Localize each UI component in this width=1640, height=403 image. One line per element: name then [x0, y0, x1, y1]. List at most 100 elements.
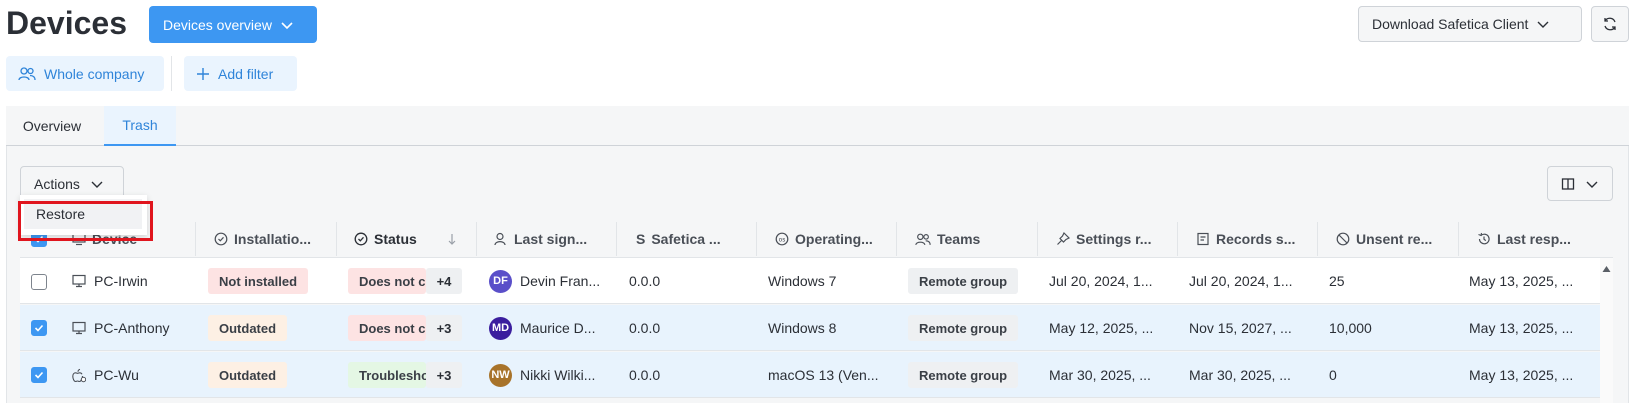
column-header-status[interactable]: Status — [354, 220, 472, 258]
scope-filter-chip[interactable]: Whole company — [6, 56, 164, 91]
column-header-label: Teams — [937, 231, 981, 247]
column-divider[interactable] — [336, 222, 337, 256]
device-cell[interactable]: PC-Wu — [72, 352, 192, 398]
column-header-last-response[interactable]: Last resp... — [1477, 220, 1597, 258]
refresh-button[interactable] — [1591, 6, 1629, 42]
row-checkbox[interactable] — [31, 274, 47, 290]
os-cell: Windows 8 — [768, 320, 837, 336]
device-cell[interactable]: PC-Irwin — [72, 258, 192, 304]
column-divider[interactable] — [1177, 222, 1178, 256]
last-signed-cell: DF Devin Fran... — [489, 258, 609, 304]
column-settings-button[interactable] — [1547, 166, 1613, 201]
column-header-safetica-version[interactable]: S Safetica ... — [636, 220, 754, 258]
row-checkbox[interactable] — [31, 367, 47, 383]
device-name: PC-Anthony — [94, 320, 170, 336]
avatar: DF — [489, 269, 512, 293]
safetica-icon: S — [636, 231, 646, 247]
column-header-label: Status — [374, 231, 417, 247]
column-header-label: Operating... — [795, 231, 873, 247]
column-header-label: Last sign... — [514, 231, 588, 247]
column-divider[interactable] — [1037, 222, 1038, 256]
column-header-settings-received[interactable]: Settings r... — [1056, 220, 1176, 258]
avatar: NW — [489, 363, 512, 387]
avatar: MD — [489, 316, 512, 340]
status-more-badge[interactable]: +3 — [426, 315, 462, 341]
block-icon — [1336, 232, 1350, 246]
vertical-scrollbar[interactable] — [1600, 258, 1613, 403]
page-title: Devices — [6, 5, 127, 41]
column-divider[interactable] — [616, 222, 617, 256]
check-circle-icon — [354, 232, 368, 246]
windows-pc-icon — [72, 274, 86, 288]
tab-overview[interactable]: Overview — [6, 106, 98, 146]
unsent-records-cell: 0 — [1329, 367, 1337, 383]
scroll-up-arrow-icon[interactable] — [1602, 265, 1611, 273]
status-more-badge[interactable]: +3 — [426, 362, 462, 388]
add-filter-button[interactable]: Add filter — [184, 56, 297, 91]
status-more-badge[interactable]: +4 — [426, 268, 462, 294]
column-divider[interactable] — [1317, 222, 1318, 256]
view-selector-label: Devices overview — [163, 16, 272, 33]
os-cell: Windows 7 — [768, 273, 837, 289]
chevron-down-icon — [1585, 177, 1599, 191]
settings-received-cell: Jul 20, 2024, 1... — [1049, 273, 1153, 289]
unsent-records-cell: 25 — [1329, 273, 1345, 289]
column-header-unsent-records[interactable]: Unsent re... — [1336, 220, 1456, 258]
records-icon — [1196, 232, 1210, 246]
refresh-icon — [1602, 16, 1618, 32]
unsent-records-cell: 10,000 — [1329, 320, 1372, 336]
team-badge: Remote group — [908, 268, 1019, 294]
view-selector-button[interactable]: Devices overview — [149, 6, 317, 43]
last-signed-cell: NW Nikki Wilki... — [489, 352, 609, 398]
column-divider[interactable] — [756, 222, 757, 256]
team-icon — [915, 233, 931, 246]
installation-badge: Outdated — [208, 362, 288, 388]
chevron-down-icon — [90, 177, 104, 191]
tab-trash[interactable]: Trash — [104, 106, 176, 146]
settings-received-cell: May 12, 2025, ... — [1049, 320, 1154, 336]
download-client-button[interactable]: Download Safetica Client — [1358, 6, 1582, 42]
scope-filter-label: Whole company — [44, 65, 145, 82]
settings-received-cell: Mar 30, 2025, ... — [1049, 367, 1151, 383]
history-icon — [1477, 232, 1491, 246]
records-sent-cell: Nov 15, 2027, ... — [1189, 320, 1292, 336]
column-divider[interactable] — [476, 222, 477, 256]
version-cell: 0.0.0 — [629, 367, 661, 383]
windows-pc-icon — [72, 321, 86, 335]
last-response-cell: May 13, 2025, ... — [1469, 320, 1574, 336]
mac-pc-icon — [72, 368, 86, 383]
device-cell[interactable]: PC-Anthony — [72, 305, 192, 351]
team-badge: Remote group — [908, 362, 1019, 388]
download-client-label: Download Safetica Client — [1372, 16, 1529, 32]
column-divider[interactable] — [1458, 222, 1459, 256]
add-filter-label: Add filter — [218, 65, 274, 82]
user-name: Nikki Wilki... — [520, 367, 596, 383]
column-header-operating-system[interactable]: os Operating... — [775, 220, 895, 258]
svg-text:os: os — [779, 236, 786, 243]
columns-icon — [1561, 177, 1575, 191]
version-cell: 0.0.0 — [629, 320, 661, 336]
records-sent-cell: Jul 20, 2024, 1... — [1189, 273, 1293, 289]
column-header-label: Last resp... — [1497, 231, 1571, 247]
column-header-label: Records s... — [1216, 231, 1296, 247]
status-badge: Does not c — [348, 268, 426, 294]
column-header-label: Installatio... — [234, 231, 312, 247]
column-header-records-sent[interactable]: Records s... — [1196, 220, 1316, 258]
column-divider[interactable] — [195, 222, 196, 256]
team-badge: Remote group — [908, 315, 1019, 341]
column-header-last-signed[interactable]: Last sign... — [494, 220, 614, 258]
column-header-installation[interactable]: Installatio... — [214, 220, 320, 258]
column-header-teams[interactable]: Teams — [915, 220, 1035, 258]
column-divider[interactable] — [896, 222, 897, 256]
status-badge: Troublesho — [348, 362, 426, 388]
device-name: PC-Wu — [94, 367, 139, 383]
sort-desc-icon[interactable] — [447, 233, 457, 245]
last-response-cell: May 13, 2025, ... — [1469, 273, 1574, 289]
column-header-label: Unsent re... — [1356, 231, 1433, 247]
row-checkbox[interactable] — [31, 320, 47, 336]
os-cell: macOS 13 (Ven... — [768, 367, 879, 383]
highlight-box — [18, 201, 153, 241]
filter-divider — [171, 56, 172, 91]
check-circle-icon — [214, 232, 228, 246]
tab-bar — [6, 106, 1629, 146]
